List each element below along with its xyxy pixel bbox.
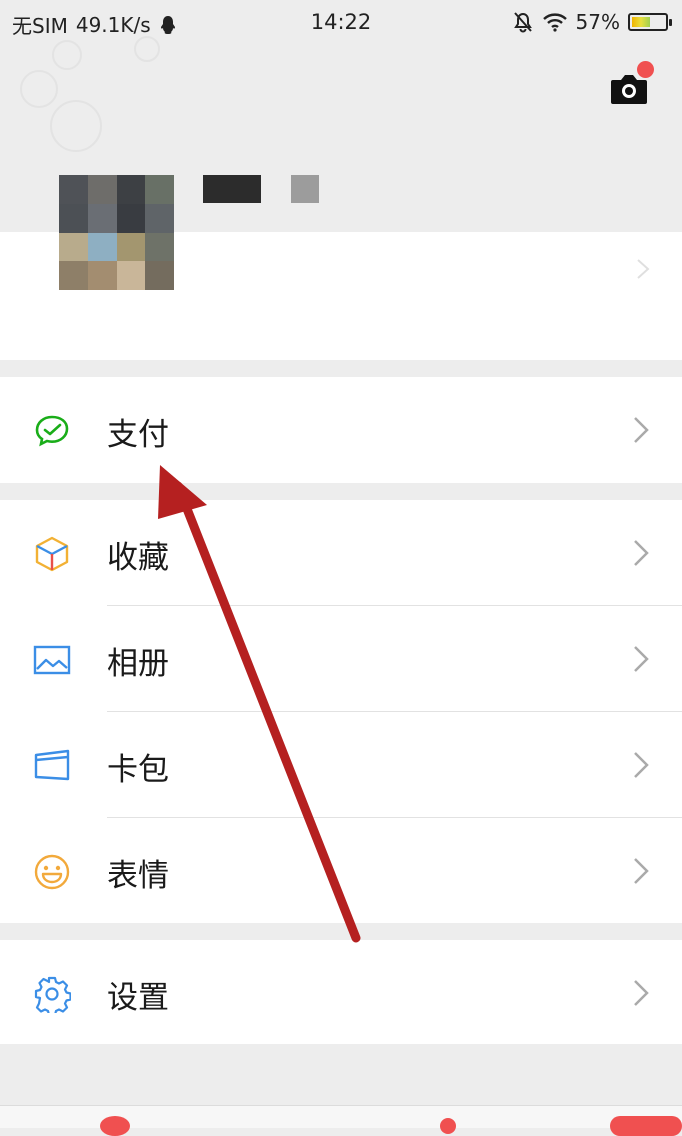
menu-item-pay[interactable]: 支付 <box>0 377 682 483</box>
pay-section: 支付 <box>0 377 682 483</box>
silent-bell-icon <box>513 12 532 33</box>
chevron-right-icon <box>637 259 650 279</box>
tab-badge <box>610 1116 682 1136</box>
notification-dot <box>637 61 654 78</box>
chevron-right-icon <box>634 752 649 778</box>
decorative-bubble <box>20 70 58 108</box>
tab-badge <box>100 1116 130 1136</box>
chevron-right-icon <box>634 540 649 566</box>
menu-item-label: 设置 <box>107 980 169 1016</box>
menu-item-label: 表情 <box>107 858 169 894</box>
menu-item-label: 相册 <box>107 646 169 682</box>
menu-item-settings[interactable]: 设置 <box>0 940 682 1044</box>
decorative-bubble <box>50 100 102 152</box>
menu-item-label: 卡包 <box>107 752 169 788</box>
chevron-right-icon <box>634 980 649 1006</box>
smiley-icon <box>34 854 70 890</box>
menu-item-favorites[interactable]: 收藏 <box>0 500 682 606</box>
menu-item-cards[interactable]: 卡包 <box>0 712 682 818</box>
battery-percent: 57% <box>575 10 620 34</box>
decorative-bubble <box>52 40 82 70</box>
menu-item-label: 支付 <box>107 417 169 453</box>
chevron-right-icon <box>634 646 649 672</box>
nickname-blurred <box>203 175 261 203</box>
menu-item-label: 收藏 <box>107 540 169 576</box>
cube-icon <box>35 536 69 572</box>
image-icon <box>33 645 71 675</box>
gear-icon <box>34 976 71 1013</box>
decorative-bubble <box>134 36 160 62</box>
chevron-right-icon <box>634 417 649 443</box>
nickname-blurred <box>291 175 319 203</box>
wifi-icon <box>542 13 567 32</box>
tab-badge <box>440 1118 456 1134</box>
menu-item-album[interactable]: 相册 <box>0 606 682 712</box>
features-section: 收藏 相册 卡包 表情 <box>0 500 682 923</box>
wechat-pay-icon <box>35 415 69 447</box>
battery-icon <box>628 13 672 31</box>
battery-level <box>632 17 651 27</box>
chevron-right-icon <box>634 858 649 884</box>
bottom-tab-bar <box>0 1105 682 1136</box>
card-icon <box>34 749 70 781</box>
settings-section: 设置 <box>0 940 682 1044</box>
menu-item-stickers[interactable]: 表情 <box>0 818 682 924</box>
status-bar: 无SIM 49.1K/s 14:22 57% <box>0 0 682 46</box>
avatar[interactable] <box>59 175 174 290</box>
